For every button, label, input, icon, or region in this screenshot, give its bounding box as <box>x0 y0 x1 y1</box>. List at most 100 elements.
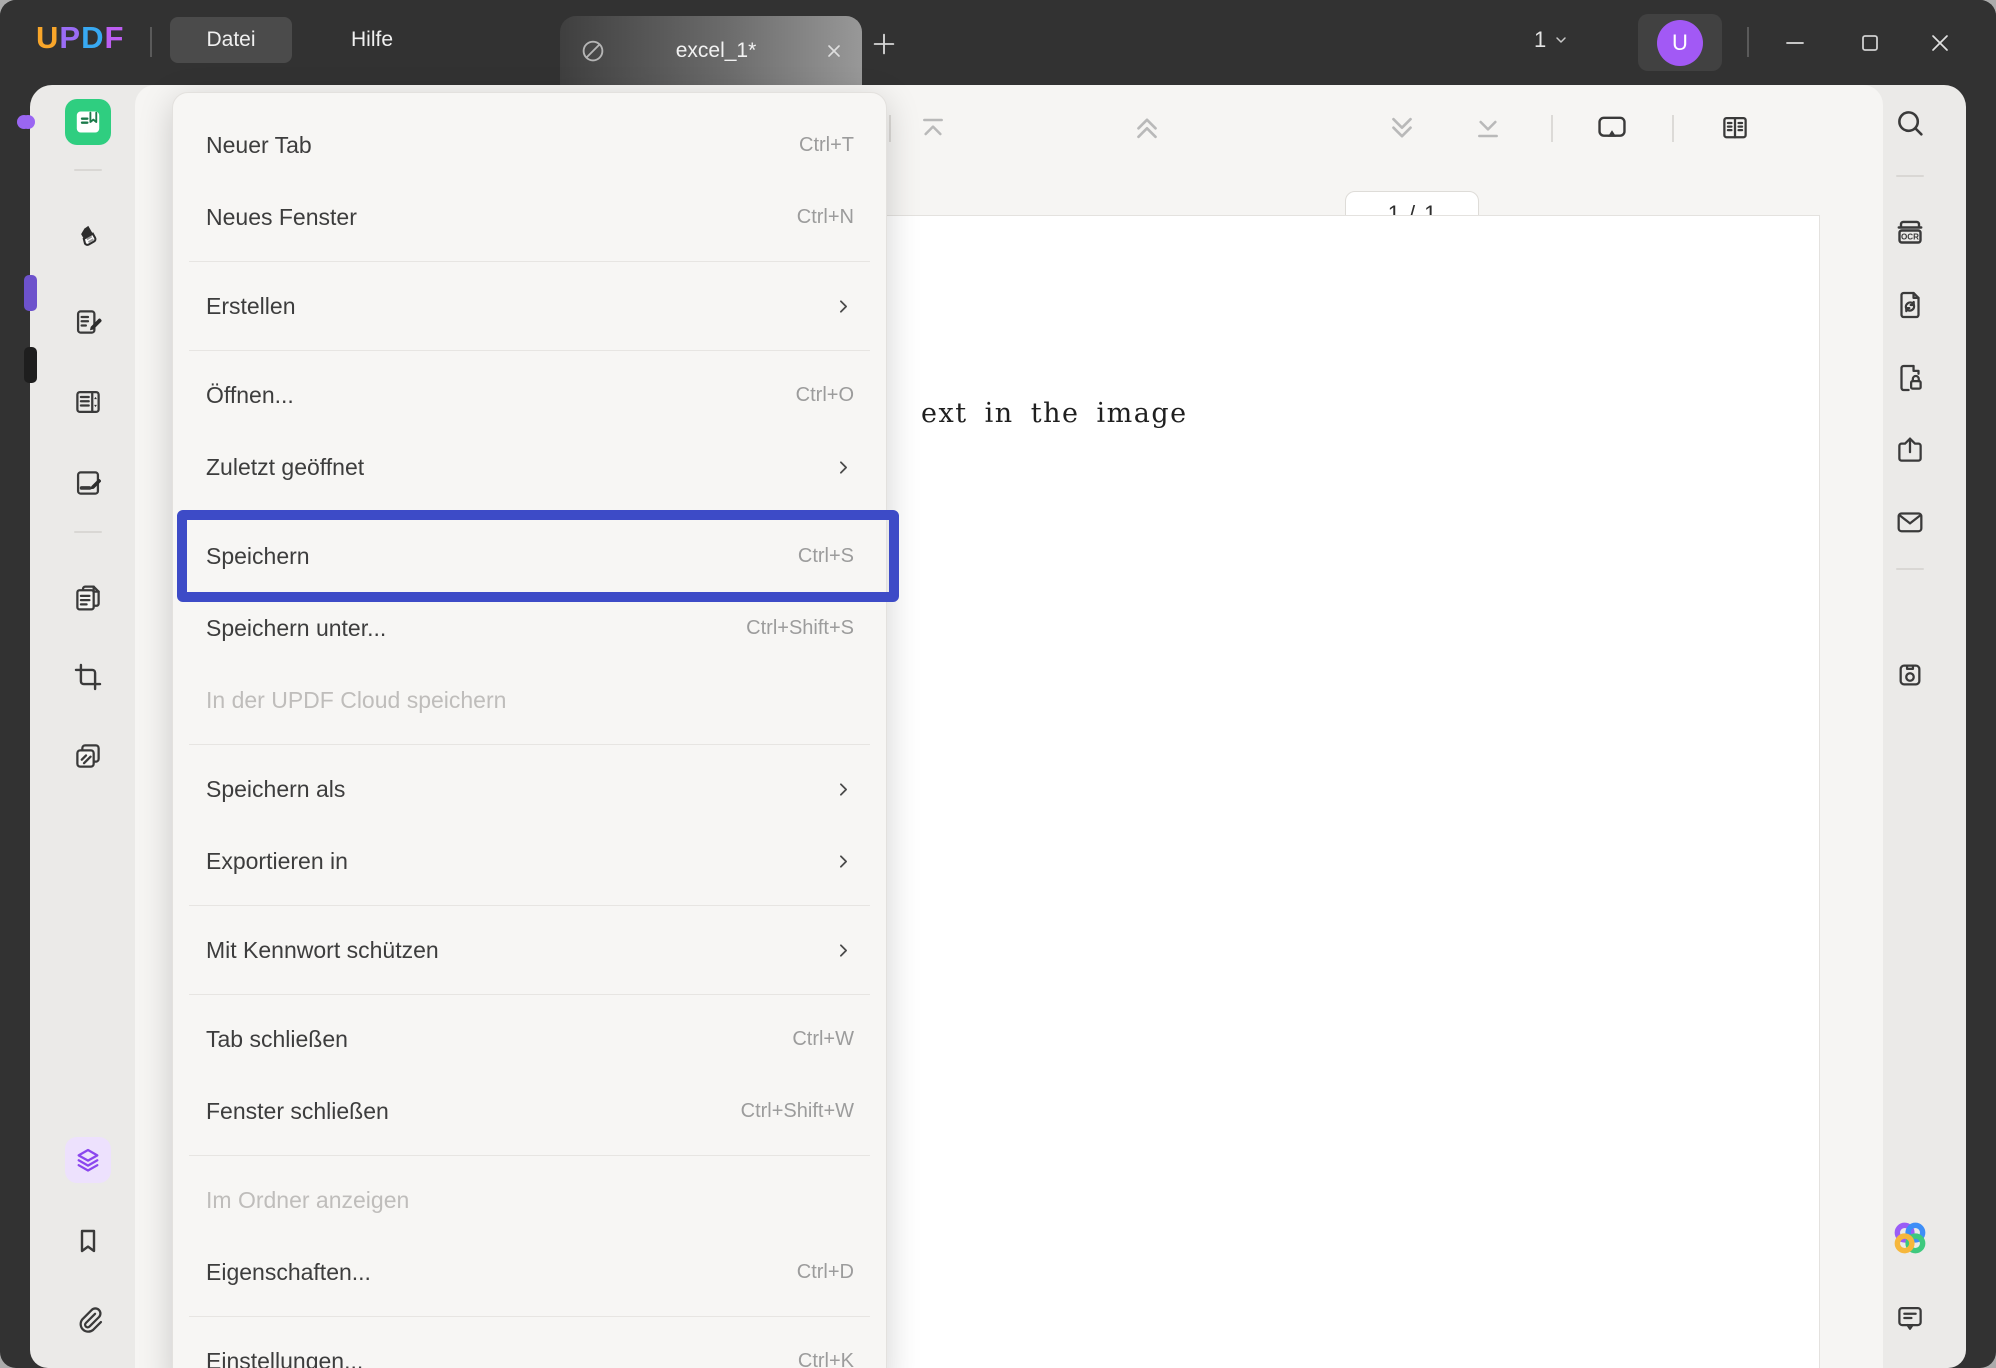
titlebar-divider <box>1747 27 1749 57</box>
toolbar-divider <box>1672 115 1674 142</box>
menu-datei-button[interactable]: Datei <box>170 17 292 63</box>
presentation-button[interactable] <box>1590 107 1634 149</box>
new-tab-button[interactable] <box>862 25 906 63</box>
chevron-right-icon <box>840 854 847 868</box>
menu-hilfe-button[interactable]: Hilfe <box>324 17 420 63</box>
titlebar: UPDF Datei Hilfe excel_1* 1 U <box>0 0 1996 85</box>
protect-document-button[interactable] <box>1887 355 1933 401</box>
menu-divider <box>189 350 870 351</box>
sidebar-divider <box>1896 568 1924 570</box>
menu-divider <box>189 744 870 745</box>
search-button[interactable] <box>1887 100 1933 146</box>
svg-text:OCR: OCR <box>1901 233 1919 242</box>
sidebar-attachment-panel[interactable] <box>65 1296 111 1342</box>
window-count-value: 1 <box>1534 27 1547 52</box>
feedback-button[interactable] <box>1887 1295 1933 1341</box>
menu-item-neues-fenster[interactable]: Neues Fenster Ctrl+N <box>173 181 886 253</box>
updf-logo: UPDF <box>36 20 124 56</box>
close-button[interactable] <box>1921 24 1959 62</box>
menu-item-label: Im Ordner anzeigen <box>206 1186 410 1213</box>
ocr-button[interactable]: OCR <box>1887 209 1933 255</box>
menu-item-oeffnen[interactable]: Öffnen... Ctrl+O <box>173 359 886 431</box>
sidebar-fill-sign-tool[interactable] <box>65 460 111 506</box>
menu-item-shortcut: Ctrl+T <box>799 133 854 156</box>
sidebar-compare-tool[interactable] <box>65 733 111 779</box>
minimize-button[interactable] <box>1776 24 1814 62</box>
sidebar-highlighter-tool[interactable] <box>65 214 111 260</box>
sidebar-layers-tool[interactable] <box>65 1137 111 1183</box>
menu-item-speichern-als[interactable]: Speichern als <box>173 753 886 825</box>
sidebar-convert-pages-tool[interactable] <box>65 575 111 621</box>
menu-item-mit-kennwort-schuetzen[interactable]: Mit Kennwort schützen <box>173 914 886 986</box>
menu-item-label: Eigenschaften... <box>206 1258 371 1285</box>
file-menu-dropdown: Neuer Tab Ctrl+T Neues Fenster Ctrl+N Erstel… <box>172 92 899 1368</box>
next-page-button[interactable] <box>1380 107 1424 149</box>
menu-item-exportieren-in[interactable]: Exportieren in <box>173 825 886 897</box>
tab-title: excel_1* <box>675 38 757 62</box>
notification-dot <box>17 115 31 129</box>
convert-document-button[interactable] <box>1887 282 1933 328</box>
no-preview-icon <box>582 40 604 61</box>
menu-item-label: Öffnen... <box>206 381 294 408</box>
menu-divider <box>189 905 870 906</box>
logo-letter: U <box>36 20 60 55</box>
window-count-dropdown[interactable]: 1 <box>1534 27 1569 53</box>
menu-item-tab-schliessen[interactable]: Tab schließen Ctrl+W <box>173 1003 886 1075</box>
menu-item-speichern[interactable]: Speichern Ctrl+S <box>173 510 899 602</box>
menu-item-label: Neues Fenster <box>206 203 357 230</box>
menu-divider <box>189 994 870 995</box>
chevron-right-icon <box>840 460 847 474</box>
menu-item-updf-cloud-speichern: In der UPDF Cloud speichern <box>173 664 886 736</box>
chevron-right-icon <box>840 299 847 313</box>
menu-item-zuletzt-geoeffnet[interactable]: Zuletzt geöffnet <box>173 431 886 503</box>
sidebar-crop-tool[interactable] <box>65 654 111 700</box>
account-button[interactable]: U <box>1638 14 1722 71</box>
sidebar-edit-tool[interactable] <box>65 299 111 345</box>
snapshot-button[interactable] <box>1887 652 1933 698</box>
menu-item-label: Speichern <box>206 542 310 569</box>
sidebar-bookmark-panel[interactable] <box>65 1218 111 1264</box>
menu-divider <box>189 511 870 512</box>
maximize-button[interactable] <box>1851 24 1889 62</box>
menu-item-einstellungen[interactable]: Einstellungen... Ctrl+K <box>173 1325 886 1368</box>
share-button[interactable] <box>1887 427 1933 473</box>
last-page-button[interactable] <box>1466 107 1510 149</box>
menu-divider <box>189 1316 870 1317</box>
menu-item-im-ordner-anzeigen: Im Ordner anzeigen <box>173 1164 886 1236</box>
logo-letter: F <box>104 20 125 55</box>
ai-assistant-button[interactable] <box>1887 1215 1933 1261</box>
sidebar-divider <box>1896 175 1924 177</box>
document-text: ext in the image <box>921 398 1188 429</box>
menu-item-eigenschaften[interactable]: Eigenschaften... Ctrl+D <box>173 1236 886 1308</box>
menu-item-shortcut: Ctrl+N <box>796 205 854 228</box>
menu-divider <box>189 261 870 262</box>
menu-item-label: Mit Kennwort schützen <box>206 936 439 963</box>
previous-page-button[interactable] <box>1125 107 1169 149</box>
menu-item-label: Speichern als <box>206 775 346 802</box>
chevron-down-icon <box>1556 37 1566 43</box>
menu-item-speichern-unter[interactable]: Speichern unter... Ctrl+Shift+S <box>173 592 886 664</box>
menu-divider <box>189 1155 870 1156</box>
sidebar-organize-pages-tool[interactable] <box>65 379 111 425</box>
toolbar-divider <box>889 115 891 142</box>
document-page[interactable]: ext in the image <box>770 215 1820 1368</box>
menu-item-shortcut: Ctrl+K <box>797 1349 854 1368</box>
tab-close-icon[interactable] <box>824 41 844 61</box>
reading-mode-button[interactable] <box>1713 107 1757 149</box>
sidebar-reader-tool[interactable] <box>65 99 111 145</box>
sidebar-divider <box>74 531 102 533</box>
titlebar-divider <box>150 27 152 57</box>
menu-item-label: Zuletzt geöffnet <box>206 453 365 480</box>
menu-item-neuer-tab[interactable]: Neuer Tab Ctrl+T <box>173 109 886 181</box>
menu-item-shortcut: Ctrl+Shift+S <box>746 616 854 639</box>
menu-item-label: Fenster schließen <box>206 1097 389 1124</box>
logo-letter: D <box>81 20 105 55</box>
first-page-button[interactable] <box>911 107 955 149</box>
menu-item-erstellen[interactable]: Erstellen <box>173 270 886 342</box>
menu-item-shortcut: Ctrl+D <box>796 1260 854 1283</box>
mail-button[interactable] <box>1887 499 1933 545</box>
menu-item-shortcut: Ctrl+O <box>795 383 854 406</box>
document-tab[interactable]: excel_1* <box>560 16 862 85</box>
menu-item-fenster-schliessen[interactable]: Fenster schließen Ctrl+Shift+W <box>173 1075 886 1147</box>
edge-peek-shape <box>24 347 37 383</box>
